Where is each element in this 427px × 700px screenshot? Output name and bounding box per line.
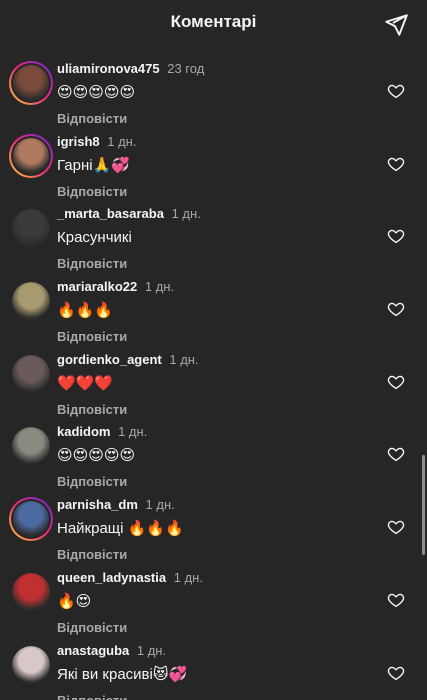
reply-button[interactable]: Відповісти: [57, 620, 127, 635]
avatar-image: [12, 282, 50, 321]
comment-meta: queen_ladynastia 1 дн.: [57, 570, 203, 586]
comment-item: mariaralko22 1 дн. 🔥🔥🔥 Відповісти: [0, 274, 427, 347]
comment-text: 😍😍😍😍😍: [57, 84, 136, 101]
reply-button[interactable]: Відповісти: [57, 474, 127, 489]
comment-item: uliamironova475 23 год 😍😍😍😍😍 Відповісти: [0, 56, 427, 129]
comment-list[interactable]: uliamironova475 23 год 😍😍😍😍😍 Відповісти …: [0, 56, 427, 700]
page-title: Коментарі: [170, 12, 257, 31]
scrollbar[interactable]: [422, 455, 425, 555]
send-icon[interactable]: [383, 12, 409, 38]
comment-time: 1 дн.: [107, 133, 137, 149]
heart-icon[interactable]: [386, 518, 406, 536]
comment-item: gordienko_agent 1 дн. ❤️❤️❤️ Відповісти: [0, 347, 427, 420]
username[interactable]: parnisha_dm: [57, 497, 138, 512]
avatar-image: [12, 645, 50, 684]
username[interactable]: anastaguba: [57, 643, 129, 658]
avatar[interactable]: [9, 134, 53, 178]
comment-item: igrish8 1 дн. Гарні🙏💞 Відповісти: [0, 129, 427, 202]
avatar[interactable]: [12, 282, 50, 321]
comment-meta: anastaguba 1 дн.: [57, 643, 166, 659]
avatar[interactable]: [12, 427, 50, 466]
comment-text: 😍😍😍😍😍: [57, 447, 136, 465]
comment-time: 1 дн.: [145, 497, 175, 513]
username[interactable]: mariaralko22: [57, 279, 137, 294]
comment-time: 1 дн.: [169, 351, 199, 367]
comment-meta: uliamironova475 23 год: [57, 61, 204, 77]
comment-item: parnisha_dm 1 дн. Найкращі 🔥🔥🔥 Відповіст…: [0, 492, 427, 565]
comment-time: 1 дн.: [173, 569, 203, 585]
header: Коментарі: [0, 0, 427, 50]
username[interactable]: _marta_basaraba: [57, 206, 164, 221]
comment-text: Гарні🙏💞: [57, 156, 130, 174]
comment-time: 1 дн.: [118, 424, 148, 440]
comment-time: 1 дн.: [171, 206, 201, 222]
comment-meta: gordienko_agent 1 дн.: [57, 352, 199, 368]
comment-meta: mariaralko22 1 дн.: [57, 279, 174, 295]
avatar-image: [13, 501, 49, 538]
heart-icon[interactable]: [386, 445, 406, 463]
comment-time: 1 дн.: [136, 642, 167, 658]
heart-icon[interactable]: [386, 591, 406, 609]
comment-item: anastaguba 1 дн. Які ви красиві😻💞 Відпов…: [0, 638, 427, 700]
username[interactable]: queen_ladynastia: [57, 570, 166, 585]
comment-text: Найкращі 🔥🔥🔥: [57, 520, 184, 538]
comment-item: queen_ladynastia 1 дн. 🔥😍 Відповісти: [0, 565, 427, 638]
reply-button[interactable]: Відповісти: [57, 111, 127, 126]
avatar-image: [12, 427, 50, 466]
comment-item: kadidom 1 дн. 😍😍😍😍😍 Відповісти: [0, 419, 427, 492]
reply-button[interactable]: Відповісти: [57, 547, 127, 562]
username[interactable]: igrish8: [57, 134, 100, 149]
avatar[interactable]: [12, 572, 50, 611]
comment-time: 1 дн.: [144, 279, 175, 295]
avatar-image: [12, 354, 50, 393]
reply-button[interactable]: Відповісти: [57, 693, 127, 700]
avatar[interactable]: [12, 209, 50, 248]
username[interactable]: kadidom: [57, 424, 110, 439]
comment-text: Які ви красиві😻💞: [57, 665, 188, 683]
username[interactable]: gordienko_agent: [57, 352, 162, 367]
reply-button[interactable]: Відповісти: [57, 329, 127, 344]
heart-icon[interactable]: [386, 373, 406, 391]
comment-item: _marta_basaraba 1 дн. Красунчикі Відпові…: [0, 201, 427, 274]
comment-text: Красунчикі: [57, 229, 132, 247]
heart-icon[interactable]: [386, 227, 406, 245]
heart-icon[interactable]: [386, 300, 406, 318]
heart-icon[interactable]: [386, 155, 406, 173]
comment-meta: _marta_basaraba 1 дн.: [57, 206, 201, 222]
comment-meta: parnisha_dm 1 дн.: [57, 497, 175, 513]
comment-text: 🔥😍: [57, 592, 92, 610]
comment-time: 23 год: [167, 61, 205, 76]
comment-meta: kadidom 1 дн.: [57, 424, 147, 440]
heart-icon[interactable]: [386, 664, 406, 682]
username[interactable]: uliamironova475: [57, 61, 160, 76]
avatar[interactable]: [12, 645, 50, 684]
avatar-image: [13, 65, 49, 101]
reply-button[interactable]: Відповісти: [57, 184, 127, 199]
avatar[interactable]: [9, 61, 53, 105]
heart-icon[interactable]: [386, 82, 406, 100]
avatar-image: [12, 209, 50, 248]
reply-button[interactable]: Відповісти: [57, 256, 127, 271]
avatar-image: [12, 572, 50, 611]
avatar[interactable]: [9, 497, 53, 541]
comment-text: ❤️❤️❤️: [57, 374, 114, 392]
comment-text: 🔥🔥🔥: [57, 302, 114, 320]
avatar[interactable]: [12, 354, 50, 393]
reply-button[interactable]: Відповісти: [57, 402, 127, 417]
avatar-image: [13, 137, 49, 174]
comment-meta: igrish8 1 дн.: [57, 134, 136, 150]
